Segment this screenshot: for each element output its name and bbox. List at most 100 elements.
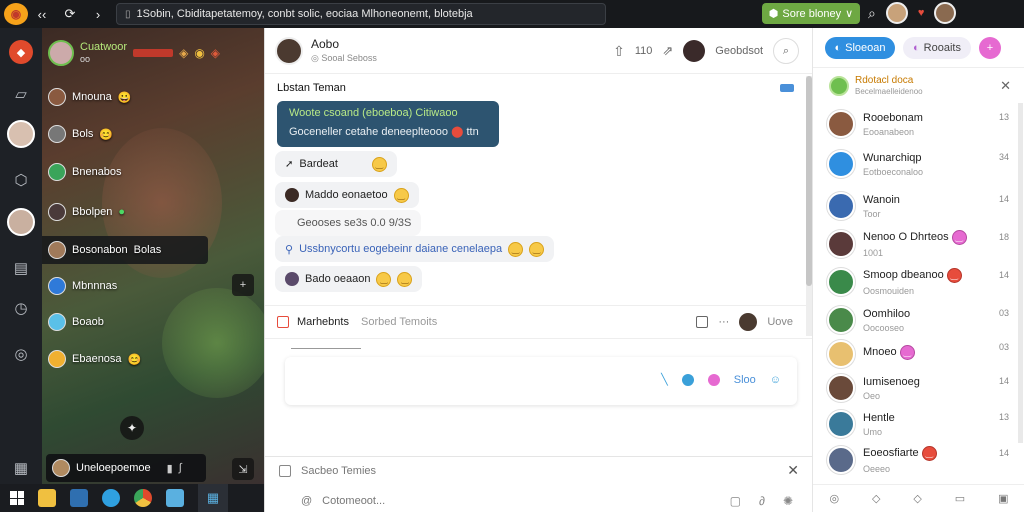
contact-label: Bnenabos <box>72 166 122 178</box>
windows-start-icon[interactable] <box>10 491 24 505</box>
folder-icon[interactable] <box>166 489 184 507</box>
compose-user-avatar[interactable] <box>739 313 758 331</box>
header-avatar <box>48 40 74 66</box>
close-icon[interactable]: ✕ <box>787 462 799 479</box>
like-icon[interactable]: ⇧ <box>613 43 625 60</box>
gear-icon[interactable]: ✺ <box>783 494 793 508</box>
refresh-icon[interactable]: ⟳ <box>56 6 84 22</box>
member-row[interactable]: Nenoo O Dhrteos ‿ 1001 18 <box>827 226 1017 262</box>
search-icon[interactable]: ⌕ <box>773 38 799 64</box>
user-avatar[interactable] <box>885 2 908 24</box>
pinned-message[interactable]: Woote csoand (eboeboa) Citiwaoo Gocenell… <box>277 101 499 147</box>
profile-switch-button[interactable]: ⬢ Sore bloney ∨ <box>762 3 860 24</box>
back-button[interactable]: ‹‹ <box>28 7 56 22</box>
contact-label: Mbnnnas <box>72 280 118 292</box>
emoji-picker-icon[interactable]: ☺ <box>770 374 781 386</box>
footer-box-icon[interactable]: ▣ <box>998 492 1008 505</box>
members-scrollbar[interactable] <box>1018 103 1023 443</box>
contact-row-selected[interactable]: Bosonabon Bolas <box>48 239 161 261</box>
file-explorer-icon[interactable] <box>38 489 56 507</box>
contact-avatar <box>48 350 66 368</box>
send-button[interactable]: Sloo <box>734 374 756 386</box>
chat-message[interactable]: ➚ Bardeat ‿ <box>275 151 397 177</box>
link-icon[interactable]: ∂ <box>759 494 765 508</box>
contact-row[interactable]: Mbnnnas <box>48 275 117 297</box>
comment-bar[interactable]: @ Cotomeoot... ▢ ∂ ✺ <box>265 490 813 512</box>
contact-name: Aobo <box>311 37 340 51</box>
mic-icon[interactable]: ▮ <box>167 462 173 475</box>
chat-icon[interactable]: ▱ <box>7 80 35 108</box>
blue-dot-icon[interactable] <box>681 373 694 386</box>
compass-icon[interactable]: ✦ <box>120 416 144 440</box>
sticker-icon[interactable]: ▢ <box>730 494 741 508</box>
chat-message[interactable]: Geooses se3s 0.0 9/3S <box>275 210 422 236</box>
header-user-avatar[interactable] <box>683 40 706 62</box>
account-avatar[interactable] <box>934 2 957 24</box>
task-manager-icon[interactable] <box>70 489 88 507</box>
more-icon[interactable]: ··· <box>718 316 729 328</box>
member-row[interactable]: Hentle Umo 13 <box>827 406 1017 442</box>
member-row[interactable]: Wanoin Toor 14 <box>827 188 1017 224</box>
contact-row[interactable]: Bols 😊 <box>48 123 113 145</box>
profile-avatar[interactable] <box>7 120 35 148</box>
chat-message[interactable]: Bado oeaaon ‿ ‿ <box>275 266 423 292</box>
contact-row[interactable]: Mnouna 😀 <box>48 86 131 108</box>
clock-icon[interactable]: ◷ <box>7 294 35 322</box>
search-icon[interactable]: ⌕ <box>868 5 876 22</box>
add-icon[interactable]: + <box>232 274 254 296</box>
message-text: Geooses se3s 0.0 9/3S <box>297 217 412 229</box>
settings-icon[interactable]: ◎ <box>7 340 35 368</box>
footer-bell-icon[interactable]: ◇ <box>872 492 880 505</box>
share-icon[interactable]: ⇗ <box>662 43 673 59</box>
contact-row[interactable]: Bnenabos <box>48 161 122 183</box>
contact-row[interactable]: Ebaenosa 😊 <box>48 348 141 370</box>
chrome-icon[interactable] <box>134 489 152 507</box>
member-row[interactable]: Wunarchiqp Eotboeconaloo 34 <box>827 146 1017 182</box>
current-user-bar[interactable]: Uneloepoemoe ▮ ∫ <box>46 454 206 482</box>
close-icon[interactable]: ✕ <box>1000 78 1011 94</box>
chat-message[interactable]: ⚲ Ussbnycortu eogebeinr daiane cenelaepa… <box>275 236 555 262</box>
member-count: 13 <box>998 112 1009 122</box>
primary-button[interactable]: ◐ Sloeoan <box>825 36 895 59</box>
footer-window-icon[interactable]: ▭ <box>955 492 965 505</box>
pink-dot-icon[interactable] <box>707 373 720 386</box>
member-row[interactable]: Oomhiloo Oocooseo 03 <box>827 302 1017 338</box>
chat-header: Aobo ◎ Sooal Seboss ⇧ 110 ⇗ Geobdsot ⌕ <box>265 28 813 74</box>
heart-icon[interactable]: ♥ <box>918 7 925 19</box>
forward-icon[interactable]: › <box>84 7 112 22</box>
panel-header[interactable]: Cuatwoor oo ◈ ◉ ◈ <box>48 38 253 68</box>
member-sub: Oeeeo <box>863 464 891 474</box>
grid-icon[interactable]: ▦ <box>7 454 35 482</box>
add-member-icon[interactable]: + <box>979 36 1001 59</box>
message-editor[interactable]: ╲ Sloo ☺ <box>285 357 797 405</box>
secondary-button[interactable]: ◐ Rooaits <box>903 36 971 59</box>
member-row[interactable]: Mnoeo ‿ 03 <box>827 336 1017 372</box>
address-bar[interactable]: ▯ 1Sobin, Cbiditapetatemoy, conbt solic,… <box>116 3 606 25</box>
member-avatar <box>827 446 855 474</box>
footer-clock-icon[interactable]: ◎ <box>829 492 839 505</box>
settings-slash-icon[interactable]: ∫ <box>179 462 182 474</box>
attach-icon[interactable] <box>696 316 709 328</box>
member-row[interactable]: Rooebonam Eooanabeon 13 <box>827 106 1017 142</box>
expand-icon[interactable]: ⇲ <box>232 458 254 480</box>
chat-message[interactable]: Maddo eonaetoo ‿ <box>275 182 419 208</box>
grin-emoji-icon: ‿ <box>397 271 413 287</box>
home-icon[interactable]: ◆ <box>7 38 35 66</box>
contact-avatar[interactable] <box>275 36 303 65</box>
member-row[interactable]: Smoop dbeanoo ‿ Oosmouiden 14 <box>827 264 1017 300</box>
contact-row[interactable]: Bbolpen ● <box>48 201 125 223</box>
member-avatar <box>827 150 855 178</box>
contact-row[interactable]: Boaob <box>48 311 104 333</box>
member-row[interactable]: Iumisenoeg Oeo 14 <box>827 370 1017 406</box>
member-row[interactable]: Eoeosfiarte ‿ Oeeeo 14 <box>827 442 1017 478</box>
app-logo[interactable]: ◉ <box>4 3 28 25</box>
box-icon[interactable]: ▤ <box>7 254 35 282</box>
edge-icon[interactable] <box>102 489 120 507</box>
taskbar: ▦ <box>0 484 264 512</box>
search-bar[interactable]: Sacbeo Temies ✕ <box>265 456 813 484</box>
grid-app-icon[interactable]: ▦ <box>198 484 228 512</box>
cube-icon[interactable]: ⬡ <box>7 166 35 194</box>
message-text: Maddo eonaetoo <box>305 189 388 201</box>
footer-tag-icon[interactable]: ◇ <box>913 492 921 505</box>
friend-avatar[interactable] <box>7 208 35 236</box>
